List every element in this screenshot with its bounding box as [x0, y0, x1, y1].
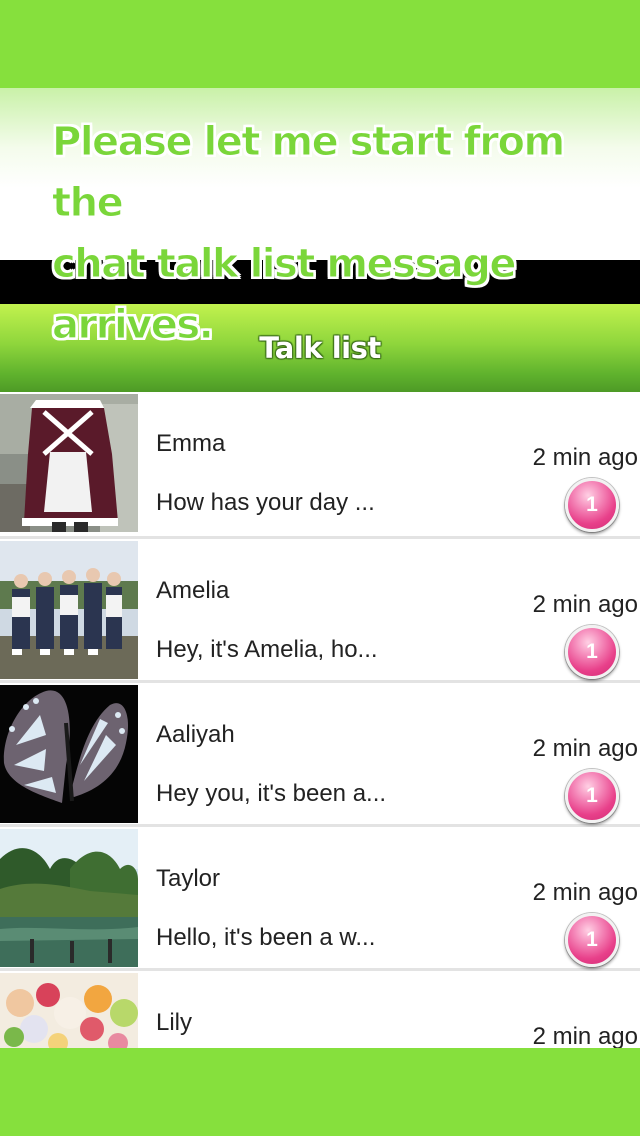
message-time: 2 min ago	[532, 591, 638, 618]
conversation-row-aaliyah[interactable]: Aaliyah Hey you, it's been a... 2 min ag…	[0, 683, 640, 827]
message-preview: Hey you, it's been a...	[156, 780, 387, 807]
message-time: 2 min ago	[532, 735, 638, 762]
promo-headline: Please let me start from the chat talk li…	[51, 112, 632, 356]
promo-line-2: chat talk list message	[51, 241, 517, 288]
message-preview: How has your day ...	[156, 489, 375, 516]
unread-badge: 1	[565, 478, 619, 532]
sweets-photo	[0, 973, 138, 1048]
unread-badge: 1	[565, 913, 619, 967]
promo-line-1: Please let me start from the	[52, 119, 566, 227]
maid-costume-photo	[0, 394, 138, 532]
conversation-row-amelia[interactable]: Amelia Hey, it's Amelia, ho... 2 min ago…	[0, 539, 640, 683]
contact-name: Amelia	[156, 577, 230, 604]
group-of-girls-photo	[0, 541, 138, 679]
contact-name: Emma	[156, 430, 226, 457]
conversation-row-taylor[interactable]: Taylor Hello, it's been a w... 2 min ago…	[0, 827, 640, 971]
conversation-list[interactable]: Emma How has your day ... 2 min ago 1 Am…	[0, 392, 640, 1048]
contact-name: Lily	[156, 1009, 193, 1036]
unread-badge: 1	[565, 769, 619, 823]
promo-line-3: arrives.	[51, 302, 214, 349]
butterfly-photo	[0, 685, 138, 823]
message-preview: Hello, it's been a w...	[156, 924, 376, 951]
message-time: 2 min ago	[532, 1023, 638, 1048]
bottom-green-band	[0, 1048, 640, 1136]
conversation-row-emma[interactable]: Emma How has your day ... 2 min ago 1	[0, 392, 640, 539]
message-preview: Hey, it's Amelia, ho...	[156, 636, 378, 663]
contact-name: Taylor	[156, 865, 221, 892]
message-time: 2 min ago	[532, 444, 638, 471]
pond-landscape-photo	[0, 829, 138, 967]
contact-name: Aaliyah	[156, 721, 235, 748]
top-green-band	[0, 0, 640, 88]
message-time: 2 min ago	[532, 879, 638, 906]
unread-badge: 1	[565, 625, 619, 679]
conversation-row-lily[interactable]: Lily 2 min ago	[0, 971, 640, 1048]
